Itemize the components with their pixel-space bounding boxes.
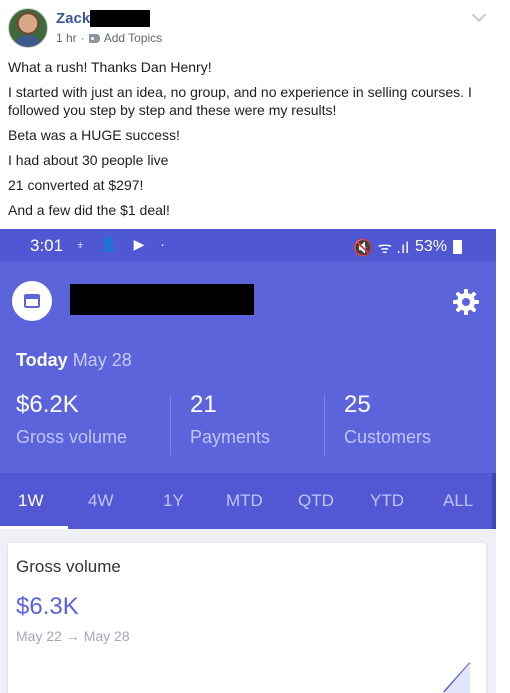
card-title: Gross volume — [16, 557, 121, 576]
stat-customers[interactable]: 25 Customers — [344, 391, 431, 461]
redacted-surname — [90, 10, 150, 27]
post-header: Zack 1 hr · Add Topics — [0, 0, 510, 52]
stat-payments[interactable]: 21 Payments — [190, 391, 270, 461]
tab-all[interactable]: ALL — [443, 491, 473, 511]
author-name[interactable]: Zack — [56, 10, 90, 27]
range-tabs: 1W 4W 1Y MTD QTD YTD ALL — [0, 473, 496, 529]
sparkline — [443, 662, 471, 693]
signal-icons: 🔇 ᯤ .ıl — [353, 240, 409, 257]
post-body: What a rush! Thanks Dan Henry! I started… — [8, 58, 498, 226]
card-date-range: May 22 → May 28 — [16, 628, 130, 644]
post-meta: 1 hr · Add Topics — [56, 31, 162, 45]
stat-divider — [170, 395, 171, 455]
tab-ytd[interactable]: YTD — [370, 491, 404, 511]
card-value: $6.3K — [16, 593, 79, 620]
battery-icon — [453, 240, 462, 254]
status-right: 🔇 ᯤ .ıl 53% — [353, 236, 462, 258]
card-area: Gross volume $6.3K May 22 → May 28 — [0, 529, 496, 693]
stats-row: $6.2K Gross volume 21 Payments 25 Custom… — [0, 391, 496, 461]
status-bar: 3:01 ⍖ 👤 ▶ · 🔇 ᯤ .ıl 53% — [0, 229, 496, 262]
notification-icons: ⍖ 👤 ▶ · — [76, 236, 171, 252]
stat-label: Gross volume — [16, 427, 128, 447]
today-date: May 28 — [72, 350, 132, 370]
tab-qtd[interactable]: QTD — [298, 491, 334, 511]
post-line: 21 converted at $297! — [8, 177, 144, 193]
chevron-down-icon[interactable] — [471, 7, 487, 23]
stat-divider — [324, 395, 325, 455]
stat-value: 21 — [190, 391, 217, 418]
stat-label: Customers — [344, 427, 432, 447]
battery-percent: 53% — [414, 238, 447, 255]
stat-label: Payments — [190, 427, 271, 447]
tab-4w[interactable]: 4W — [88, 491, 114, 511]
post-line: And a few did the $1 deal! — [8, 202, 170, 218]
tab-mtd[interactable]: MTD — [226, 491, 263, 511]
meta-separator: · — [80, 31, 85, 45]
phone-screenshot: 3:01 ⍖ 👤 ▶ · 🔇 ᯤ .ıl 53% Today May 28 $6… — [0, 229, 496, 693]
author-avatar[interactable] — [8, 8, 48, 48]
tag-icon — [88, 33, 100, 43]
post-line: Beta was a HUGE success! — [8, 127, 180, 143]
post-line: What a rush! Thanks Dan Henry! — [8, 59, 212, 75]
post-line: I had about 30 people live — [8, 152, 169, 168]
today-label: Today — [16, 350, 68, 370]
scrollbar[interactable] — [492, 473, 496, 529]
gross-volume-card[interactable]: Gross volume $6.3K May 22 → May 28 — [8, 543, 486, 693]
today-heading: Today May 28 — [16, 350, 132, 371]
gear-icon[interactable] — [452, 288, 480, 316]
add-topics-link[interactable]: Add Topics — [104, 31, 162, 45]
tab-1y[interactable]: 1Y — [163, 491, 184, 511]
post-time[interactable]: 1 hr — [56, 31, 77, 45]
status-time: 3:01 — [30, 236, 64, 255]
tab-1w[interactable]: 1W — [18, 491, 44, 511]
store-icon[interactable] — [12, 281, 52, 321]
redacted-account-name — [70, 284, 254, 315]
stat-gross-volume[interactable]: $6.2K Gross volume — [16, 391, 127, 461]
post-line: I started with just an idea, no group, a… — [8, 84, 472, 118]
stat-value: $6.2K — [16, 391, 79, 418]
stat-value: 25 — [344, 391, 371, 418]
app-header — [0, 262, 496, 337]
